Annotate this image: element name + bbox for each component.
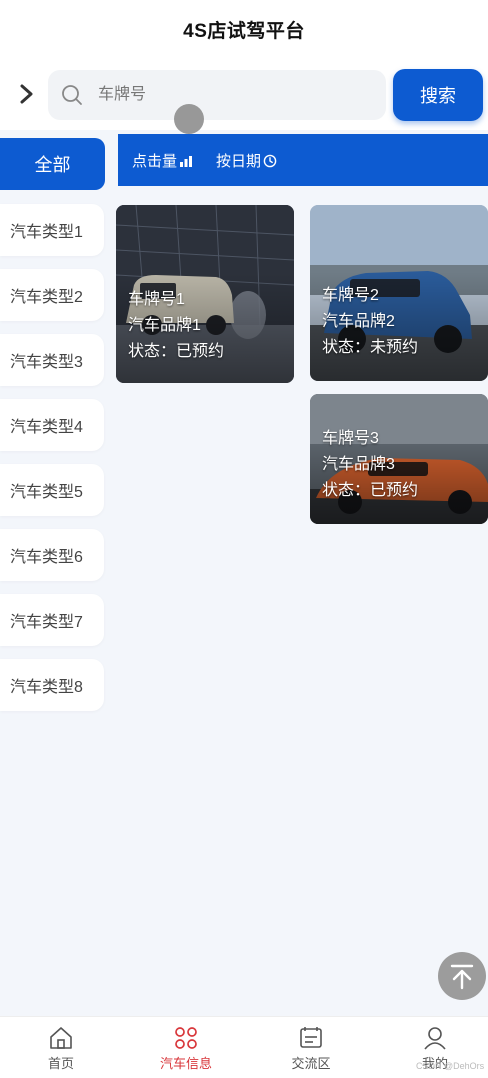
touch-indicator (174, 104, 204, 134)
category-all-button[interactable]: 全部 (0, 138, 105, 190)
tab-forum-label: 交流区 (291, 1056, 331, 1071)
category-item[interactable]: 汽车类型8 (0, 659, 104, 711)
tab-car-info[interactable]: 汽车信息 (146, 1025, 226, 1072)
search-bar: 搜索 (0, 58, 488, 130)
back-to-top-icon (450, 964, 474, 990)
car-brand: 汽车品牌3 (322, 456, 395, 473)
car-plate: 车牌号3 (322, 430, 379, 447)
category-item[interactable]: 汽车类型2 (0, 269, 104, 321)
car-brand: 汽车品牌1 (128, 317, 201, 334)
car-card[interactable]: 车牌号1 汽车品牌1 状态：已预约 (116, 205, 294, 383)
car-plate: 车牌号1 (128, 291, 185, 308)
page-title: 4S店试驾平台 (183, 20, 305, 42)
category-item[interactable]: 汽车类型4 (0, 399, 104, 451)
back-to-top-button[interactable] (438, 952, 486, 1000)
user-icon (424, 1027, 446, 1050)
car-status: 状态：未预约 (322, 339, 419, 356)
sort-by-clicks-button[interactable]: 点击量 (132, 150, 193, 171)
car-status: 状态：已预约 (322, 482, 419, 499)
car-status: 状态：已预约 (128, 343, 225, 360)
category-item[interactable]: 汽车类型1 (0, 204, 104, 256)
tab-car-info-label: 汽车信息 (159, 1056, 212, 1071)
forum-icon (300, 1027, 322, 1048)
search-input[interactable] (98, 70, 378, 120)
clock-icon (263, 154, 277, 167)
car-info-icon (175, 1027, 197, 1049)
search-button[interactable]: 搜索 (393, 69, 483, 121)
chevron-right-icon[interactable] (16, 82, 38, 106)
car-plate: 车牌号2 (322, 287, 379, 304)
sort-by-date-button[interactable]: 按日期 (216, 150, 277, 171)
category-item[interactable]: 汽车类型7 (0, 594, 104, 646)
category-item[interactable]: 汽车类型5 (0, 464, 104, 516)
tab-home[interactable]: 首页 (21, 1025, 101, 1072)
bottom-tab-bar: 首页 汽车信息 交流区 我的 (0, 1016, 488, 1078)
tab-forum[interactable]: 交流区 (271, 1025, 351, 1072)
car-card[interactable]: 车牌号2 汽车品牌2 状态：未预约 (310, 205, 488, 381)
car-brand: 汽车品牌2 (322, 313, 395, 330)
category-item[interactable]: 汽车类型3 (0, 334, 104, 386)
app-header: 4S店试驾平台 (0, 0, 488, 58)
car-card[interactable]: 车牌号3 汽车品牌3 状态：已预约 (310, 394, 488, 524)
sort-by-date-label: 按日期 (216, 153, 262, 170)
search-icon (60, 83, 84, 107)
home-icon (50, 1027, 72, 1049)
watermark-text: CSDN @DehOrs (416, 1061, 485, 1071)
bar-chart-icon (180, 155, 193, 167)
sort-by-clicks-label: 点击量 (132, 153, 178, 170)
category-item[interactable]: 汽车类型6 (0, 529, 104, 581)
tab-home-label: 首页 (47, 1056, 74, 1071)
sort-bar: 点击量 按日期 (118, 134, 488, 186)
search-box (48, 70, 386, 120)
